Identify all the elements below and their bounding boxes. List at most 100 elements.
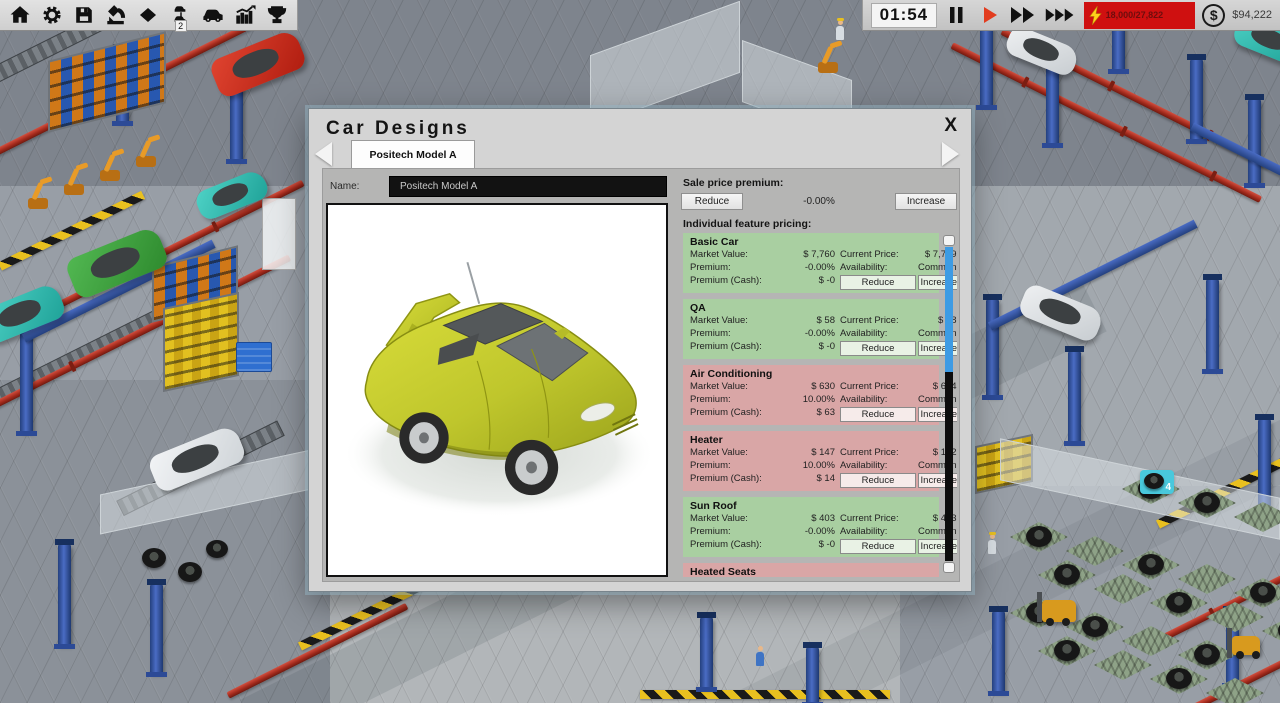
power-usage-value: 18,000/27,822: [1106, 10, 1164, 20]
feature-pricing-header: Individual feature pricing:: [683, 218, 957, 230]
cash-balance: $94,222: [1232, 9, 1272, 21]
worker: [756, 652, 764, 666]
game-screen: 4 2 01:54 18,000/27,822 $ $94,222 Car De…: [0, 0, 1280, 703]
close-icon[interactable]: X: [944, 115, 957, 137]
robot-arm: [818, 62, 838, 73]
play-button[interactable]: [977, 3, 1003, 28]
support-pillar: [806, 648, 819, 703]
support-pillar: [700, 618, 713, 688]
robot-arm: [136, 156, 156, 167]
showroom-diamond-icon[interactable]: [134, 2, 162, 28]
save-icon[interactable]: [70, 2, 98, 28]
tire-pallet: [1038, 636, 1096, 666]
support-pillar: [1068, 352, 1081, 442]
premium-pct: 10.00%: [784, 460, 838, 473]
support-pillar: [986, 300, 999, 396]
fastest-forward-button[interactable]: [1043, 3, 1077, 28]
feature-card-heater: Heater Market Value:$ 147 Current Price:…: [683, 431, 939, 491]
car-preview: [326, 203, 668, 577]
feature-list: Basic Car Market Value:$ 7,760 Current P…: [681, 233, 957, 577]
forklift: [1232, 636, 1260, 655]
design-name-input[interactable]: [389, 176, 667, 197]
scroll-thumb-top[interactable]: [943, 235, 955, 246]
next-design-arrow[interactable]: [942, 142, 959, 166]
premium-cash: $ -0: [784, 341, 838, 354]
tire-pallet: [1262, 616, 1280, 646]
support-pillar: [1248, 100, 1261, 184]
power-bolt-icon: [1089, 6, 1102, 25]
sale-premium-value: -0.00%: [743, 196, 895, 207]
feature-list-scrollbar[interactable]: [943, 235, 956, 573]
support-pillar: [992, 612, 1005, 692]
tire-pallet: [1094, 574, 1152, 604]
reduce-button[interactable]: Reduce: [840, 539, 916, 554]
prev-design-arrow[interactable]: [315, 142, 332, 166]
worker: [836, 26, 844, 40]
support-pillar: [1206, 280, 1219, 370]
robot-arm: [28, 198, 48, 209]
feature-card-qa: QA Market Value:$ 58 Current Price:$ 58 …: [683, 299, 939, 359]
car-design-tree-icon[interactable]: 2: [167, 2, 195, 28]
tire-pallet: [1206, 602, 1264, 632]
feature-card-basic-car: Basic Car Market Value:$ 7,760 Current P…: [683, 233, 939, 293]
market-value: $ 58: [784, 315, 838, 328]
stats-chart-icon[interactable]: [231, 2, 259, 28]
scroll-track-empty[interactable]: [945, 372, 953, 561]
premium-pct: -0.00%: [784, 526, 838, 539]
money-coin-icon: $: [1202, 4, 1225, 27]
feature-card-air-conditioning: Air Conditioning Market Value:$ 630 Curr…: [683, 365, 939, 425]
forklift: [1042, 600, 1076, 622]
achievements-trophy-icon[interactable]: [263, 2, 291, 28]
market-value: $ 403: [784, 513, 838, 526]
tire-stock-count: 4: [1165, 482, 1171, 493]
dialog-title: Car Designs: [326, 118, 470, 140]
design-count-badge: 2: [175, 20, 187, 32]
sale-increase-button[interactable]: Increase: [895, 193, 957, 210]
reduce-button[interactable]: Reduce: [840, 275, 916, 290]
tire-pallet: [1178, 564, 1236, 594]
support-pillar: [230, 86, 243, 160]
vehicles-car-icon[interactable]: [199, 2, 227, 28]
hud-bar: 01:54 18,000/27,822 $ $94,222: [862, 0, 1280, 31]
reduce-button[interactable]: Reduce: [840, 473, 916, 488]
premium-cash: $ 14: [784, 473, 838, 486]
storage-bin: [236, 342, 272, 372]
dialog-content: Name:: [322, 168, 960, 582]
main-toolbar: 2: [0, 0, 298, 31]
market-value: $ 147: [784, 447, 838, 460]
research-microscope-icon[interactable]: [102, 2, 130, 28]
glass-panel: [262, 198, 296, 270]
fast-forward-button[interactable]: [1010, 3, 1036, 28]
tire-pallet: [1094, 650, 1152, 680]
tire: [142, 548, 166, 568]
premium-pct: 10.00%: [784, 394, 838, 407]
reduce-button[interactable]: Reduce: [840, 341, 916, 356]
robot-arm: [64, 184, 84, 195]
home-icon[interactable]: [6, 2, 34, 28]
tire-pallet: [1150, 664, 1208, 694]
tire-icon: [1144, 473, 1164, 489]
support-pillar: [150, 585, 163, 673]
support-pillar: [58, 545, 71, 645]
scroll-thumb-bottom[interactable]: [943, 562, 955, 573]
reduce-button[interactable]: Reduce: [840, 407, 916, 422]
car-designs-dialog: Car Designs X Positech Model A Name:: [308, 108, 972, 592]
scroll-track-filled[interactable]: [945, 247, 953, 372]
tire-stock-badge[interactable]: 4: [1140, 470, 1174, 494]
power-usage-meter[interactable]: 18,000/27,822: [1084, 2, 1196, 29]
market-value: $ 630: [784, 381, 838, 394]
worker: [988, 540, 996, 554]
tire-pallet: [1150, 588, 1208, 618]
pricing-panel: Sale price premium: Reduce -0.00% Increa…: [681, 175, 957, 577]
name-label: Name:: [330, 181, 359, 192]
pause-button[interactable]: [944, 3, 970, 28]
sale-premium-header: Sale price premium:: [683, 177, 957, 189]
support-pillar: [980, 26, 993, 106]
sale-reduce-button[interactable]: Reduce: [681, 193, 743, 210]
feature-card-heated-seats: Heated Seats Market Value:$ 146 Current …: [683, 563, 939, 577]
settings-gear-icon[interactable]: [38, 2, 66, 28]
sale-premium-controls: Reduce -0.00% Increase: [681, 193, 957, 210]
premium-cash: $ -0: [784, 275, 838, 288]
tab-positech-model-a[interactable]: Positech Model A: [351, 140, 475, 168]
market-value: $ 7,760: [784, 249, 838, 262]
